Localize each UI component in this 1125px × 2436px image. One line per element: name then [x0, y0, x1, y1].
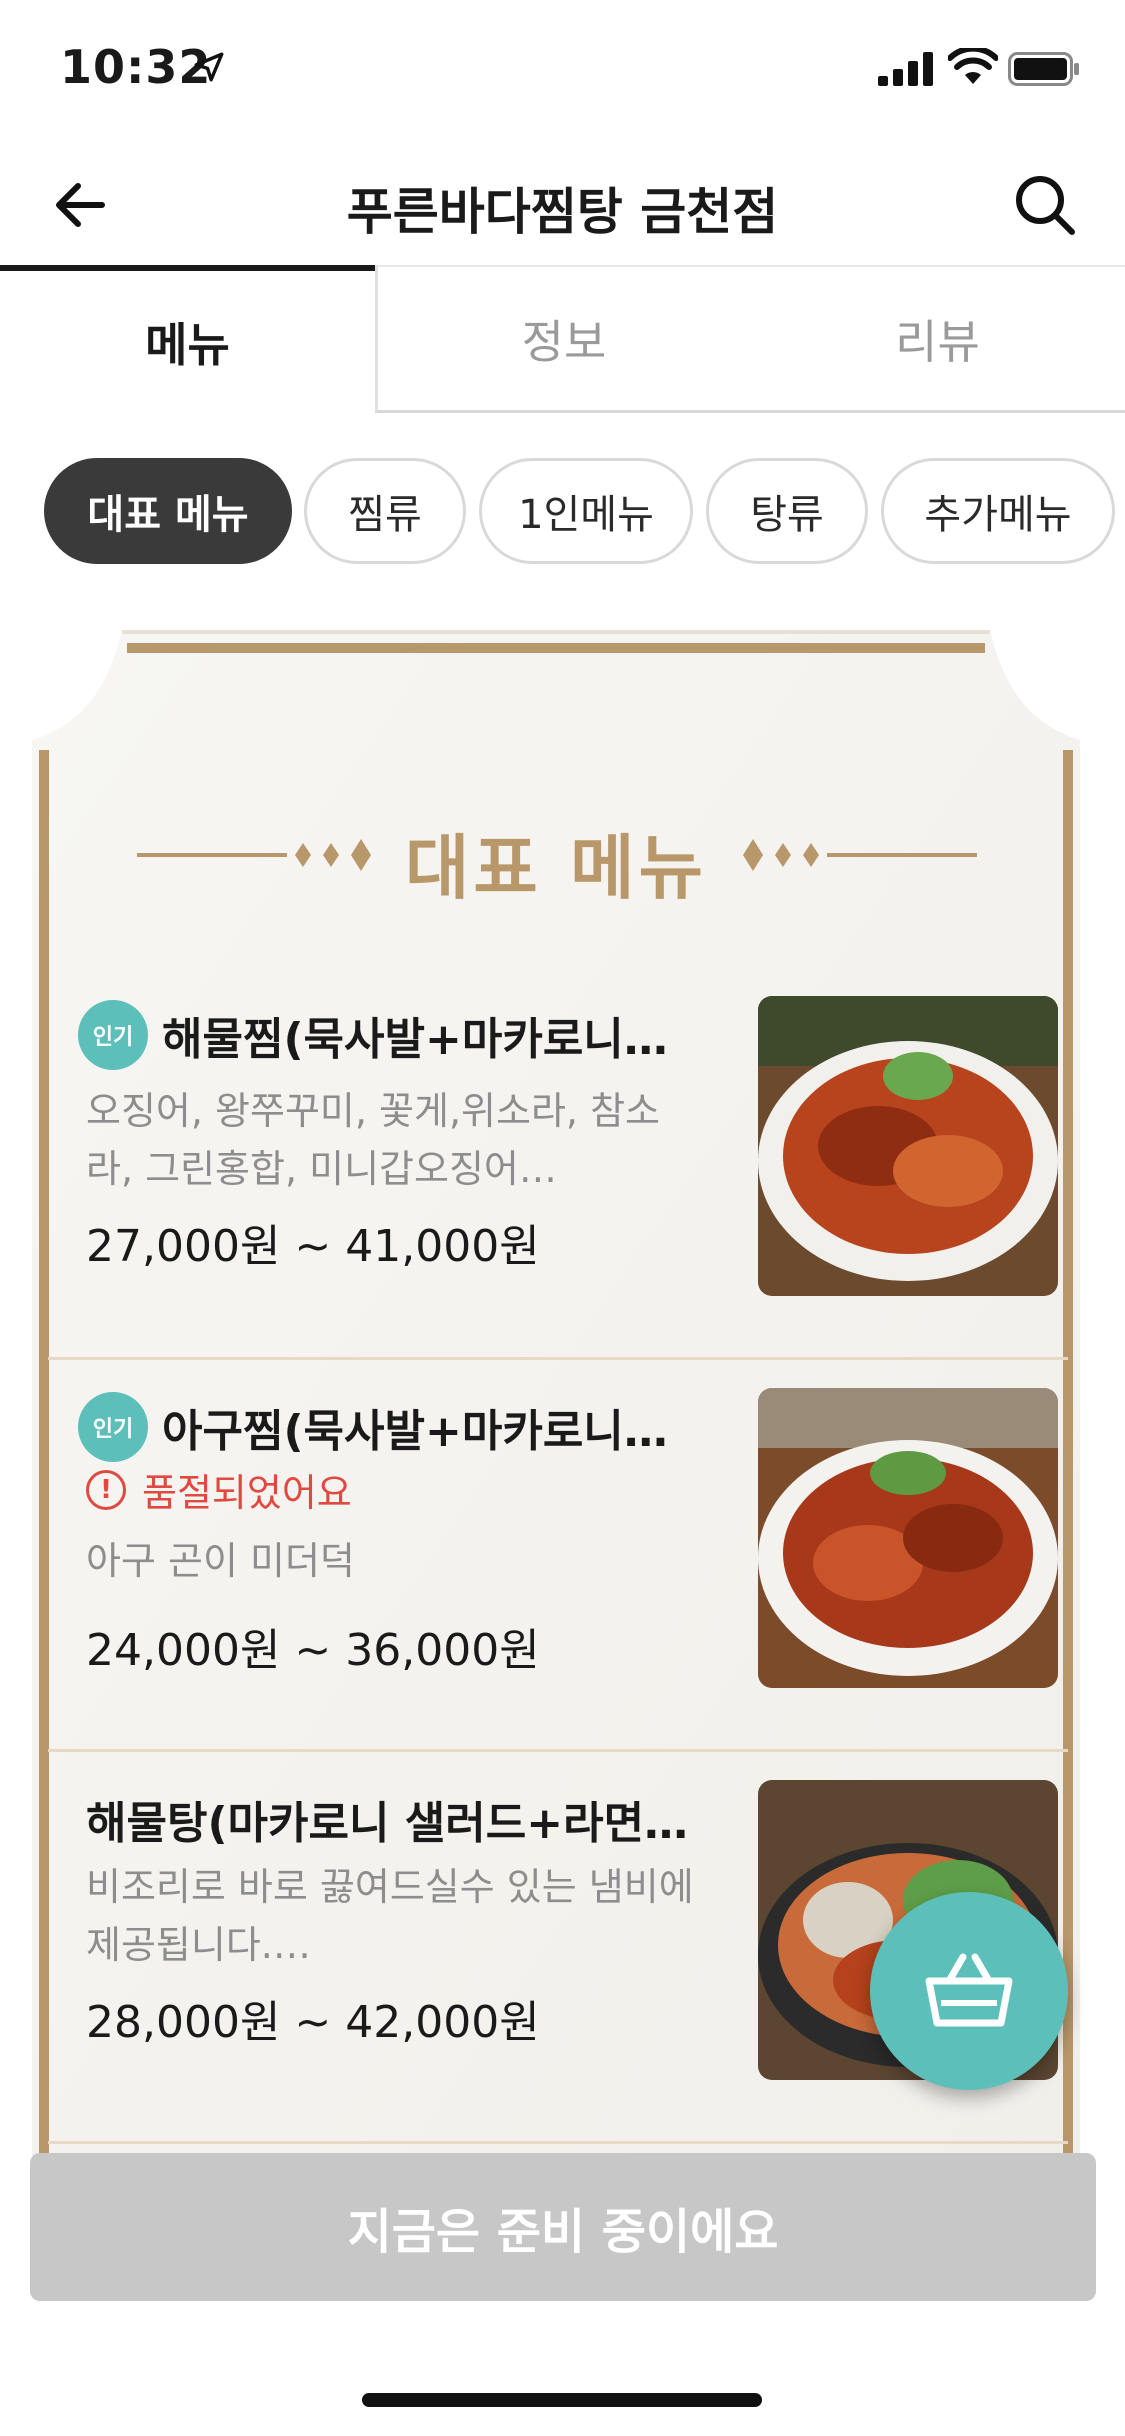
wifi-icon — [948, 48, 998, 84]
page-title: 푸른바다찜탕 금천점 — [346, 183, 779, 241]
soldout-text: 품절되었어요 — [142, 1471, 352, 1515]
basket-icon — [925, 1953, 1013, 2027]
item-name: 해물탕(마카로니 샐러드+라면… — [86, 1798, 689, 1849]
cart-button[interactable] — [870, 1892, 1068, 2090]
item-description: 아구 곤이 미더덕 — [86, 1539, 355, 1583]
popular-badge: 인기 — [78, 1000, 148, 1070]
item-price: 28,000원 ~ 42,000원 — [86, 1997, 540, 2048]
header: 푸른바다찜탕 금천점 — [0, 140, 1125, 270]
title-ornament-right — [743, 839, 977, 871]
item-name: 아구찜(묵사발+마카로니… — [162, 1406, 668, 1457]
location-arrow-icon — [194, 52, 224, 82]
battery-icon — [1008, 52, 1079, 86]
chip-extra-menu[interactable]: 추가메뉴 — [881, 458, 1115, 564]
tab-menu[interactable]: 메뉴 — [0, 265, 375, 413]
chip-signature-menu[interactable]: 대표 메뉴 — [44, 458, 292, 564]
chip-single-menu[interactable]: 1인메뉴 — [479, 458, 693, 564]
item-photo — [758, 996, 1058, 1296]
category-chips: 대표 메뉴 찜류 1인메뉴 탕류 추가메뉴 — [0, 458, 1125, 568]
preparing-bar: 지금은 준비 중이에요 — [30, 2153, 1096, 2301]
search-icon[interactable] — [1010, 170, 1080, 240]
chip-tang[interactable]: 탕류 — [706, 458, 868, 564]
menu-item[interactable]: 인기 해물찜(묵사발+마카로니… 오징어, 왕쭈꾸미, 꽃게,위소라, 참소라,… — [48, 970, 1068, 1360]
item-price: 27,000원 ~ 41,000원 — [86, 1221, 540, 1272]
item-title-row: 인기 해물찜(묵사발+마카로니… — [78, 1000, 718, 1070]
popular-badge: 인기 — [78, 1392, 148, 1462]
tab-bar: 메뉴 정보 리뷰 — [0, 265, 1125, 413]
alert-circle-icon: ! — [86, 1469, 126, 1510]
chip-jjim[interactable]: 찜류 — [304, 458, 466, 564]
item-description: 비조리로 바로 끓여드실수 있는 냄비에 제공됩니다.… — [86, 1865, 694, 1967]
soldout-notice: ! 품절되었어요 — [86, 1462, 352, 1517]
item-price: 24,000원 ~ 36,000원 — [86, 1625, 540, 1676]
item-description: 오징어, 왕쭈꾸미, 꽃게,위소라, 참소라, 그린홍합, 미니갑오징어… — [86, 1089, 660, 1191]
signal-icon — [878, 52, 933, 86]
tab-info[interactable]: 정보 — [375, 265, 750, 413]
item-name: 해물찜(묵사발+마카로니… — [162, 1014, 668, 1065]
back-arrow-icon[interactable] — [50, 170, 120, 240]
item-title-row: 해물탕(마카로니 샐러드+라면… — [78, 1784, 718, 1854]
item-photo — [758, 1388, 1058, 1688]
status-time: 10:32 — [60, 40, 212, 94]
menu-item[interactable]: 인기 아구찜(묵사발+마카로니… ! 품절되었어요 아구 곤이 미더덕 24,0… — [48, 1362, 1068, 1752]
item-title-row: 인기 아구찜(묵사발+마카로니… — [78, 1392, 718, 1462]
status-bar: 10:32 — [0, 0, 1125, 140]
tab-review[interactable]: 리뷰 — [750, 265, 1125, 413]
home-indicator — [362, 2393, 762, 2407]
